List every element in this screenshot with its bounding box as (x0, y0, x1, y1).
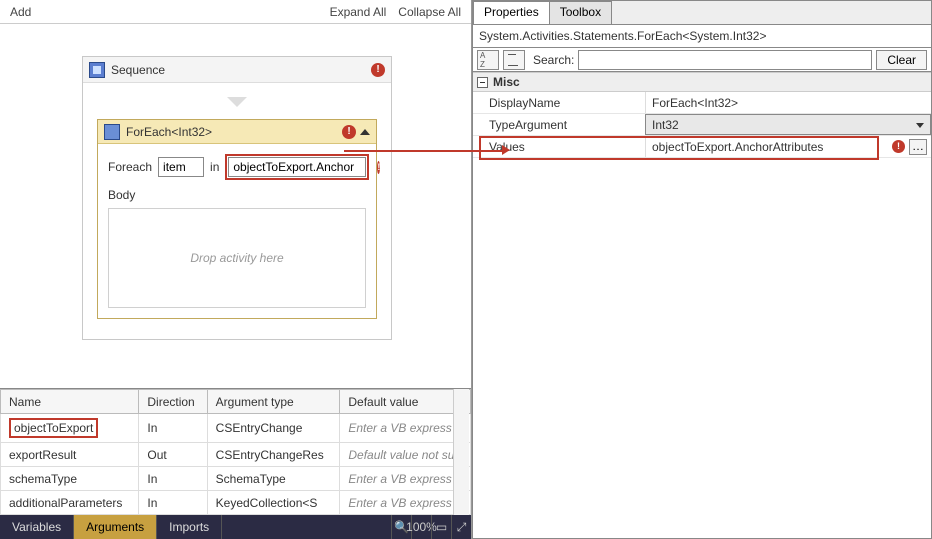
table-cell[interactable]: exportResult (1, 443, 139, 467)
table-cell[interactable]: Default value not su (340, 443, 471, 467)
foreach-activity[interactable]: ForEach<Int32> ! Foreach in (97, 119, 377, 319)
col-default[interactable]: Default value (340, 390, 471, 414)
error-icon[interactable]: ! (371, 63, 385, 77)
values-expression-highlight (225, 154, 369, 180)
sequence-activity[interactable]: Sequence ! ForEach<Int32> ! (82, 56, 392, 340)
table-cell[interactable]: schemaType (1, 467, 139, 491)
ellipsis-button[interactable]: … (909, 139, 927, 155)
col-name[interactable]: Name (1, 390, 139, 414)
table-row[interactable]: schemaTypeInSchemaTypeEnter a VB express (1, 467, 471, 491)
designer-canvas[interactable]: Sequence ! ForEach<Int32> ! (0, 24, 471, 388)
collapse-all-link[interactable]: Collapse All (392, 5, 467, 19)
search-label: Search: (533, 53, 574, 67)
table-cell[interactable]: SchemaType (207, 467, 340, 491)
table-cell[interactable]: CSEntryChangeRes (207, 443, 340, 467)
alpha-sort-button[interactable] (503, 50, 525, 70)
prop-name: TypeArgument (473, 118, 645, 132)
table-row[interactable]: exportResultOutCSEntryChangeResDefault v… (1, 443, 471, 467)
error-icon[interactable]: ! (892, 140, 905, 153)
designer-toolbar: Add Expand All Collapse All (0, 0, 471, 24)
zoom-label[interactable]: 100% (411, 515, 431, 539)
body-label: Body (108, 188, 366, 202)
foreach-icon (104, 124, 120, 140)
properties-grid[interactable]: Misc DisplayName ForEach<Int32> TypeArgu… (473, 72, 931, 538)
fit-icon[interactable]: ⤢ (451, 515, 471, 539)
tab-toolbox[interactable]: Toolbox (549, 1, 612, 24)
bottom-tab-bar: Variables Arguments Imports 🔍 100% ▭ ⤢ (0, 515, 471, 539)
prop-row-typeargument[interactable]: TypeArgument Int32 (473, 114, 931, 136)
properties-tabstrip: Properties Toolbox (473, 1, 931, 25)
sequence-icon (89, 62, 105, 78)
properties-toolbar: Search: Clear (473, 48, 931, 72)
error-icon[interactable]: ! (342, 125, 356, 139)
callout-arrow (344, 150, 504, 152)
expand-all-link[interactable]: Expand All (324, 5, 393, 19)
table-cell[interactable]: objectToExport (1, 414, 139, 443)
table-cell[interactable]: Enter a VB express (340, 491, 471, 515)
table-cell[interactable]: Enter a VB express (340, 467, 471, 491)
search-input[interactable] (578, 50, 872, 70)
prop-row-values[interactable]: Values objectToExport.AnchorAttributes !… (473, 136, 931, 158)
foreach-label: Foreach (108, 160, 152, 174)
prop-value-dropdown[interactable]: Int32 (645, 114, 931, 135)
col-direction[interactable]: Direction (139, 390, 207, 414)
table-row[interactable]: additionalParametersInKeyedCollection<SE… (1, 491, 471, 515)
categorized-sort-button[interactable] (477, 50, 499, 70)
table-cell[interactable]: KeyedCollection<S (207, 491, 340, 515)
table-cell[interactable]: Enter a VB express (340, 414, 471, 443)
error-icon[interactable]: ! (377, 161, 380, 174)
body-drop-zone[interactable]: Drop activity here (108, 208, 366, 308)
table-cell[interactable]: In (139, 414, 207, 443)
table-cell[interactable]: additionalParameters (1, 491, 139, 515)
collapse-icon[interactable] (477, 77, 488, 88)
clear-button[interactable]: Clear (876, 50, 927, 70)
foreach-title: ForEach<Int32> (126, 125, 212, 139)
foreach-item-input[interactable] (158, 157, 204, 177)
table-cell[interactable]: CSEntryChange (207, 414, 340, 443)
prop-value[interactable]: objectToExport.AnchorAttributes (645, 136, 888, 157)
table-cell[interactable]: In (139, 467, 207, 491)
argument-name-highlight: objectToExport (9, 418, 98, 438)
collapse-chevron-icon[interactable] (360, 129, 370, 135)
category-label: Misc (493, 75, 520, 89)
in-label: in (210, 160, 219, 174)
overview-icon[interactable]: ▭ (431, 515, 451, 539)
foreach-values-input[interactable] (228, 157, 366, 177)
tab-variables[interactable]: Variables (0, 515, 74, 539)
sequence-title: Sequence (111, 63, 165, 77)
add-link[interactable]: Add (4, 5, 37, 19)
drop-arrow-icon (227, 97, 247, 107)
col-argtype[interactable]: Argument type (207, 390, 340, 414)
tab-properties[interactable]: Properties (473, 1, 550, 24)
table-row[interactable]: objectToExport InCSEntryChangeEnter a VB … (1, 414, 471, 443)
tab-arguments[interactable]: Arguments (74, 515, 157, 539)
drop-hint: Drop activity here (190, 251, 283, 265)
scrollbar[interactable] (453, 389, 469, 515)
tab-imports[interactable]: Imports (157, 515, 222, 539)
prop-value[interactable]: ForEach<Int32> (645, 92, 931, 113)
prop-row-displayname[interactable]: DisplayName ForEach<Int32> (473, 92, 931, 114)
prop-name: DisplayName (473, 96, 645, 110)
table-cell[interactable]: In (139, 491, 207, 515)
selected-type-label: System.Activities.Statements.ForEach<Sys… (473, 25, 931, 48)
arguments-grid[interactable]: Name Direction Argument type Default val… (0, 388, 471, 515)
table-cell[interactable]: Out (139, 443, 207, 467)
